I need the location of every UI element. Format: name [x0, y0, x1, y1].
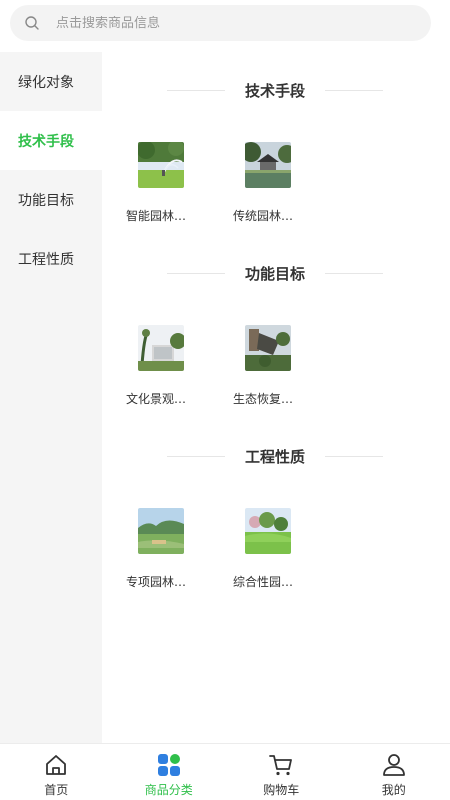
sidebar-item-project-nature[interactable]: 工程性质: [0, 229, 102, 288]
sprinkler-lawn-photo: [138, 142, 184, 188]
cart-icon: [269, 755, 293, 776]
section-title: 工程性质: [102, 418, 448, 494]
product-card[interactable]: 生态恢复…: [233, 311, 340, 418]
tab-home[interactable]: 首页: [0, 744, 113, 800]
category-sidebar: 绿化对象 技术手段 功能目标 工程性质: [0, 52, 102, 743]
tab-label: 我的: [381, 783, 406, 797]
product-name: 综合性园…: [233, 575, 294, 589]
restoration-site-photo: [245, 325, 291, 371]
product-grid: 专项园林… 综合性园…: [102, 494, 448, 601]
product-card[interactable]: 综合性园…: [233, 494, 340, 601]
divider: [166, 272, 225, 274]
sidebar-item-greening-object[interactable]: 绿化对象: [0, 52, 102, 111]
search-bar[interactable]: [10, 5, 431, 41]
divider: [166, 89, 225, 91]
product-card[interactable]: 智能园林…: [126, 128, 233, 235]
product-name: 传统园林…: [233, 209, 294, 223]
cultural-wall-photo: [138, 325, 184, 371]
section-title-text: 功能目标: [244, 264, 305, 283]
home-icon: [46, 755, 67, 775]
search-header: [0, 0, 450, 48]
bottom-tab-bar: 首页 商品分类 购物车 我的: [0, 743, 450, 800]
product-name: 智能园林…: [126, 209, 187, 223]
product-grid: 智能园林… 传统园林…: [102, 128, 448, 235]
section-title: 技术手段: [102, 52, 448, 128]
tab-label: 商品分类: [144, 783, 193, 797]
product-card[interactable]: 专项园林…: [126, 494, 233, 601]
section-title-text: 技术手段: [244, 81, 305, 100]
search-icon: [25, 16, 39, 30]
landscape-hills-photo: [138, 508, 184, 554]
section-project-nature: 工程性质 专项园林… 综合性园…: [102, 418, 448, 601]
category-content: 技术手段 智能园林… 传统园林… 功能目标 文化景观… 生态恢复… 工程性质 专…: [102, 52, 448, 743]
product-name: 文化景观…: [126, 392, 187, 406]
tab-category[interactable]: 商品分类: [113, 744, 226, 800]
section-title: 功能目标: [102, 235, 448, 311]
tab-me[interactable]: 我的: [338, 744, 450, 800]
product-grid: 文化景观… 生态恢复…: [102, 311, 448, 418]
section-functional-goal: 功能目标 文化景观… 生态恢复…: [102, 235, 448, 418]
product-card[interactable]: 文化景观…: [126, 311, 233, 418]
tab-label: 购物车: [263, 783, 300, 797]
divider: [325, 89, 383, 91]
divider: [325, 272, 383, 274]
garden-lawn-photo: [245, 508, 291, 554]
category-icon: [157, 754, 180, 776]
tab-cart[interactable]: 购物车: [225, 744, 338, 800]
tab-label: 首页: [44, 783, 69, 797]
section-technical-means: 技术手段 智能园林… 传统园林…: [102, 52, 448, 235]
user-icon: [382, 754, 405, 776]
sidebar-item-functional-goal[interactable]: 功能目标: [0, 170, 102, 229]
product-name: 生态恢复…: [233, 392, 294, 406]
section-title-text: 工程性质: [244, 447, 305, 466]
divider: [166, 455, 225, 457]
product-card[interactable]: 传统园林…: [233, 128, 340, 235]
search-input[interactable]: [56, 15, 396, 31]
pavilion-pond-photo: [245, 142, 291, 188]
product-name: 专项园林…: [126, 575, 187, 589]
sidebar-item-technical-means[interactable]: 技术手段: [0, 111, 102, 170]
divider: [325, 455, 383, 457]
